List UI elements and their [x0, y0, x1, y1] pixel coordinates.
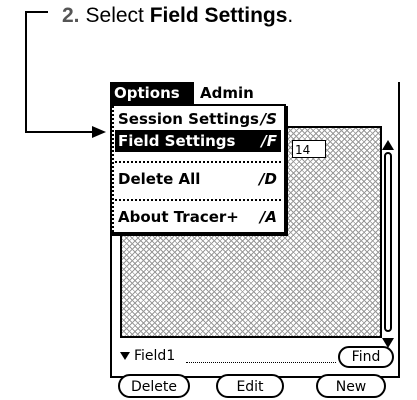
menu-separator — [115, 199, 281, 201]
menu-item-shortcut: /F — [261, 132, 277, 150]
menu-item-about-tracer[interactable]: About Tracer+ /A — [115, 206, 281, 228]
menu-item-label: About Tracer+ — [118, 208, 239, 226]
menu-admin[interactable]: Admin — [196, 82, 258, 104]
menu-item-label: Field Settings — [118, 132, 236, 150]
menu-item-field-settings[interactable]: Field Settings /F — [115, 130, 281, 152]
field-underline — [186, 362, 336, 363]
list-value-field: 14 — [292, 140, 326, 158]
menu-item-delete-all[interactable]: Delete All /D — [115, 168, 281, 190]
menu-item-shortcut: /A — [259, 208, 277, 226]
dropdown-triangle-icon[interactable] — [120, 352, 130, 360]
menu-options[interactable]: Options — [110, 82, 194, 104]
menu-item-label: Delete All — [118, 170, 201, 188]
menu-separator — [115, 161, 281, 163]
field-selector[interactable]: Field1 — [134, 348, 175, 364]
scroll-up-arrow-icon[interactable] — [382, 140, 394, 150]
scrollbar[interactable] — [382, 140, 394, 348]
new-button[interactable]: New — [316, 374, 386, 398]
menu-item-label: Session Settings — [118, 110, 259, 128]
menu-item-shortcut: /D — [259, 170, 277, 188]
find-button[interactable]: Find — [338, 346, 394, 368]
edit-button[interactable]: Edit — [216, 374, 284, 398]
menu-item-shortcut: /S — [260, 110, 277, 128]
menu-item-session-settings[interactable]: Session Settings /S — [115, 108, 281, 130]
palm-device-screen: 14 Field1 Find Delete Edit New Options A… — [110, 82, 400, 398]
delete-button[interactable]: Delete — [118, 374, 190, 398]
menu-bar: Options Admin — [110, 82, 400, 104]
options-dropdown-menu: Session Settings /S Field Settings /F De… — [110, 104, 286, 234]
scroll-thumb[interactable] — [384, 152, 392, 332]
